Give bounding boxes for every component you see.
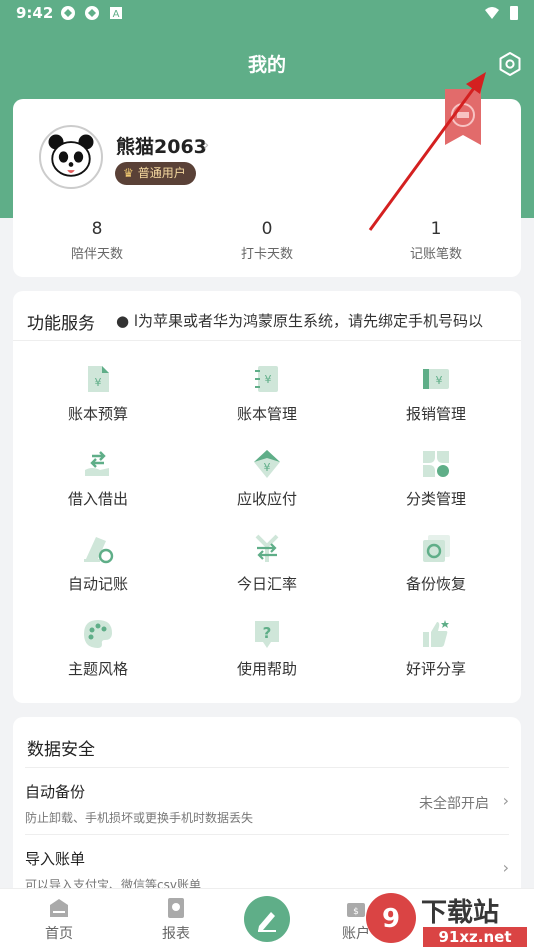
service-label: 应收应付 bbox=[236, 490, 297, 508]
add-record-button[interactable] bbox=[244, 896, 290, 942]
svg-text:¥: ¥ bbox=[264, 461, 271, 474]
notification-icon bbox=[61, 6, 75, 20]
tab-home[interactable]: 首页 bbox=[19, 897, 99, 943]
svg-text:A: A bbox=[113, 9, 120, 20]
svg-text:下载站: 下载站 bbox=[421, 898, 499, 928]
profile-chevron-icon[interactable]: › bbox=[203, 135, 209, 154]
panda-avatar-icon bbox=[48, 134, 94, 177]
svg-text:?: ? bbox=[263, 624, 272, 642]
service-label: 备份恢复 bbox=[405, 575, 466, 593]
thumbs-up-icon bbox=[423, 620, 449, 647]
auto-backup-row[interactable]: 自动备份 防止卸载、手机损坏或更换手机时数据丢失 未全部开启 › bbox=[25, 769, 509, 835]
svg-text:9: 9 bbox=[382, 904, 400, 934]
badge-label: 普通用户 bbox=[137, 166, 186, 180]
service-book-manage[interactable]: ¥ 账本管理 bbox=[197, 363, 337, 424]
battery-icon bbox=[510, 6, 518, 20]
service-label: 借入借出 bbox=[67, 490, 128, 508]
service-help[interactable]: ? 使用帮助 bbox=[197, 618, 337, 679]
service-label: 主题风格 bbox=[67, 660, 128, 678]
stat-value: 1 bbox=[430, 219, 442, 239]
row-value: 未全部开启 bbox=[419, 796, 489, 812]
borrow-lend-icon bbox=[85, 451, 109, 476]
notification-icon-2 bbox=[85, 6, 99, 20]
pencil-icon bbox=[258, 912, 276, 932]
site-watermark-logo: 9 下载站 91xz.net bbox=[366, 893, 527, 947]
profile-card: 熊猫2063 › ♛ 普通用户 8 陪伴天数 0 打卡天数 1 记账笔数 bbox=[13, 89, 521, 277]
service-label: 自动记账 bbox=[67, 575, 128, 593]
service-category[interactable]: 分类管理 bbox=[366, 448, 506, 509]
exchange-rate-icon bbox=[255, 534, 279, 562]
divider bbox=[25, 834, 509, 835]
backup-icon bbox=[423, 535, 450, 562]
vip-ribbon-icon[interactable] bbox=[439, 89, 487, 149]
settings-gear-icon[interactable] bbox=[497, 51, 523, 77]
username[interactable]: 熊猫2063 bbox=[116, 132, 207, 159]
service-backup[interactable]: 备份恢复 bbox=[366, 533, 506, 594]
stat-record-count: 1 记账笔数 bbox=[366, 219, 506, 262]
receivable-icon: ¥ bbox=[254, 450, 280, 478]
service-label: 好评分享 bbox=[405, 660, 466, 678]
category-icon bbox=[423, 451, 449, 477]
data-security-title: 数据安全 bbox=[27, 740, 95, 760]
svg-text:¥: ¥ bbox=[265, 373, 272, 386]
status-time: 9:42 bbox=[16, 4, 54, 22]
stat-value: 0 bbox=[261, 219, 273, 239]
divider bbox=[25, 767, 509, 768]
service-auto-record[interactable]: 自动记账 bbox=[28, 533, 168, 594]
report-icon bbox=[168, 898, 184, 918]
crown-icon: ♛ bbox=[123, 166, 134, 180]
service-theme[interactable]: 主题风格 bbox=[28, 618, 168, 679]
row-subtitle: 防止卸载、手机损坏或更换手机时数据丢失 bbox=[25, 811, 254, 825]
chevron-right-icon: › bbox=[502, 791, 509, 810]
service-rate-share[interactable]: 好评分享 bbox=[366, 618, 506, 679]
service-budget[interactable]: ¥ 账本预算 bbox=[28, 363, 168, 424]
service-label: 账本预算 bbox=[67, 405, 128, 423]
service-label: 分类管理 bbox=[405, 490, 466, 508]
svg-text:¥: ¥ bbox=[436, 374, 443, 387]
stat-value: 8 bbox=[91, 219, 103, 239]
home-icon bbox=[50, 899, 68, 917]
service-reimburse[interactable]: ¥ 报销管理 bbox=[366, 363, 506, 424]
wifi-icon bbox=[485, 7, 499, 19]
user-level-badge: ♛ 普通用户 bbox=[115, 162, 196, 185]
services-card: 功能服务 ● l为苹果或者华为鸿蒙原生系统，请先绑定手机号码以 ¥ 账本预算 ¥… bbox=[13, 291, 521, 703]
text-notification-icon: A bbox=[110, 7, 122, 20]
reimburse-icon: ¥ bbox=[423, 369, 449, 389]
service-label: 账本管理 bbox=[236, 405, 297, 423]
svg-text:91xz.net: 91xz.net bbox=[438, 928, 511, 946]
tab-label: 报表 bbox=[162, 926, 190, 942]
service-label: 使用帮助 bbox=[236, 660, 297, 678]
budget-icon: ¥ bbox=[88, 366, 109, 392]
status-bar: 9:42 A bbox=[0, 0, 534, 28]
service-label: 今日汇率 bbox=[236, 575, 297, 593]
stat-companion-days: 8 陪伴天数 bbox=[27, 219, 167, 262]
divider bbox=[13, 340, 521, 341]
service-exchange-rate[interactable]: 今日汇率 bbox=[197, 533, 337, 594]
svg-text:¥: ¥ bbox=[95, 376, 102, 389]
service-borrow-lend[interactable]: 借入借出 bbox=[28, 448, 168, 509]
stat-checkin-days: 0 打卡天数 bbox=[197, 219, 337, 262]
row-title: 自动备份 bbox=[25, 783, 86, 801]
palette-icon bbox=[84, 620, 112, 648]
tab-label: 首页 bbox=[45, 926, 73, 942]
chevron-right-icon: › bbox=[502, 858, 509, 877]
book-manage-icon: ¥ bbox=[255, 366, 278, 392]
help-icon: ? bbox=[255, 621, 279, 648]
svg-text:$: $ bbox=[353, 907, 359, 917]
stat-label: 打卡天数 bbox=[240, 247, 293, 262]
stat-label: 记账笔数 bbox=[409, 247, 462, 262]
row-title: 导入账单 bbox=[25, 850, 86, 868]
notice-marquee[interactable]: ● l为苹果或者华为鸿蒙原生系统，请先绑定手机号码以 bbox=[116, 310, 521, 331]
services-title: 功能服务 bbox=[27, 314, 95, 334]
stat-label: 陪伴天数 bbox=[70, 247, 123, 262]
service-receivable[interactable]: ¥ 应收应付 bbox=[197, 448, 337, 509]
page-title: 我的 bbox=[247, 54, 286, 76]
service-label: 报销管理 bbox=[405, 405, 466, 423]
auto-record-icon bbox=[84, 537, 114, 564]
avatar[interactable] bbox=[39, 125, 103, 189]
tab-report[interactable]: 报表 bbox=[136, 897, 216, 943]
